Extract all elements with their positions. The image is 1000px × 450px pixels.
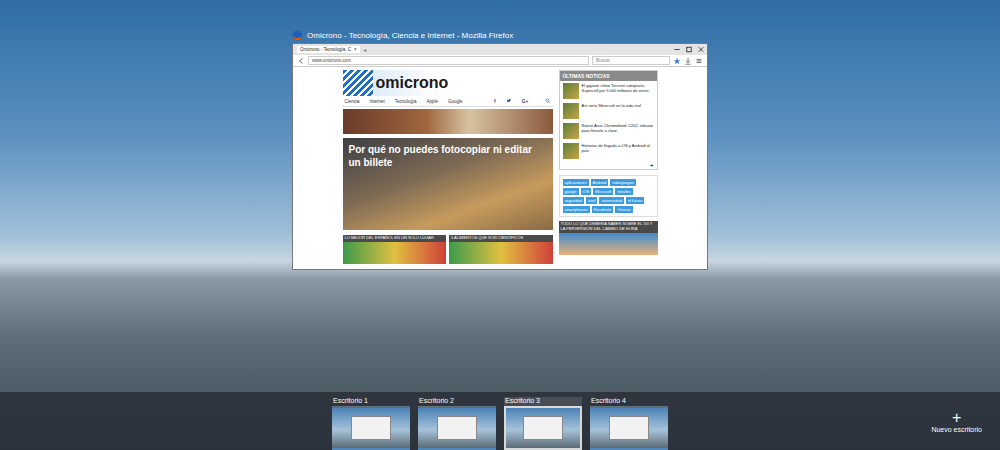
menu-item[interactable]: Internet: [370, 99, 385, 104]
tag[interactable]: google: [563, 188, 579, 195]
menu-item[interactable]: Apple: [427, 99, 439, 104]
virtual-desktops-bar: Escritorio 1 Escritorio 2 Escritorio 3 Escr…: [0, 392, 1000, 450]
ad-banner[interactable]: [343, 109, 553, 134]
firefox-icon: [292, 30, 303, 41]
tag[interactable]: videojuegos: [610, 179, 635, 186]
tag[interactable]: Facebook: [592, 206, 614, 213]
site-logo[interactable]: omicrono: [343, 70, 553, 96]
tag[interactable]: Microsoft: [593, 188, 613, 195]
tag[interactable]: aplicaciones: [563, 179, 589, 186]
site-menu: Ciencia Internet Tecnología Apple Google f G+: [343, 96, 553, 107]
twitter-icon[interactable]: [506, 98, 512, 104]
desktop-preview: [332, 406, 410, 450]
tag[interactable]: universidad: [599, 197, 623, 204]
desktop-thumbnail[interactable]: Escritorio 2: [418, 397, 496, 450]
maximize-icon[interactable]: [683, 45, 695, 54]
menu-item[interactable]: Ciencia: [345, 99, 360, 104]
new-desktop-button[interactable]: +Nuevo escritorio: [931, 410, 982, 433]
news-thumbnail: [563, 83, 579, 99]
tag[interactable]: seguridad: [563, 197, 585, 204]
desktop: Omicrono - Tecnología, Ciencia e Interne…: [0, 0, 1000, 450]
news-item[interactable]: Nuevo Asus Chromebook C202, robusto para…: [560, 121, 657, 141]
tab-close-button[interactable]: ×: [354, 47, 357, 52]
card-title: LO MEJOR DEL ESPAÑOL EN UN SOLO LUGAR: [343, 235, 447, 242]
close-icon[interactable]: [695, 45, 707, 54]
minimize-icon[interactable]: [671, 45, 683, 54]
tag[interactable]: el futuro: [626, 197, 644, 204]
new-desktop-label: Nuevo escritorio: [931, 426, 982, 433]
menu-icon[interactable]: [695, 57, 703, 65]
desktop-label: Escritorio 3: [504, 397, 582, 404]
plus-icon: +: [952, 410, 961, 426]
social-link[interactable]: f: [494, 98, 496, 104]
window-title: Omicrono - Tecnología, Ciencia e Interne…: [307, 31, 513, 40]
tag[interactable]: intel: [586, 197, 597, 204]
article-headline[interactable]: Por qué no puedes fotocopiar ni editar u…: [343, 138, 553, 175]
social-link[interactable]: G+: [522, 98, 529, 104]
web-page: omicrono Ciencia Internet Tecnología Apple Go…: [293, 67, 707, 269]
desktop-thumbnail[interactable]: Escritorio 1: [332, 397, 410, 450]
sidebar: ÚLTIMAS NOTICIASEl gigante chino Tencent…: [559, 70, 658, 269]
window-title-bar[interactable]: Omicrono - Tecnología, Ciencia e Interne…: [292, 29, 708, 42]
browser-tab[interactable]: Omicrono - Tecnología, C×: [297, 46, 360, 53]
news-thumbnail: [563, 123, 579, 139]
news-item[interactable]: Así sería Minecraft en la vida real: [560, 101, 657, 121]
latest-news: ÚLTIMAS NOTICIASEl gigante chino Tencent…: [559, 70, 658, 170]
tag[interactable]: smartphones: [563, 206, 590, 213]
desktop-thumbnail[interactable]: Escritorio 4: [590, 397, 668, 450]
desktop-label: Escritorio 1: [332, 397, 410, 404]
article-card[interactable]: LO MEJOR DEL ESPAÑOL EN UN SOLO LUGAR: [343, 235, 447, 264]
desktop-preview: [418, 406, 496, 450]
news-item[interactable]: Historias de llegada a iOS y Android al …: [560, 141, 657, 161]
tab-bar: Omicrono - Tecnología, C×+: [293, 44, 707, 55]
news-thumbnail: [563, 143, 579, 159]
logo-text: omicrono: [373, 74, 449, 92]
desktop-preview: [590, 406, 668, 450]
desktop-thumbnail[interactable]: Escritorio 3: [504, 397, 582, 450]
card-title: TODO LO QUE DEBERÍA SABER SOBRE EL 5G Y …: [559, 221, 658, 233]
tag[interactable]: móviles: [615, 188, 633, 195]
tag-cloud: aplicacionesAndroidvideojuegos googleiOSM…: [559, 175, 658, 217]
browser-window[interactable]: Omicrono - Tecnología, C×+www.omicrono.c…: [292, 43, 708, 270]
tag[interactable]: Ciencia: [615, 206, 632, 213]
desktop-label: Escritorio 2: [418, 397, 496, 404]
more-news-button[interactable]: ➜: [560, 161, 657, 169]
logo-stripes-icon: [343, 70, 373, 96]
search-icon[interactable]: [545, 98, 551, 104]
card-image: [449, 242, 553, 264]
new-tab-button[interactable]: +: [360, 47, 372, 53]
desktop-label: Escritorio 4: [590, 397, 668, 404]
tab-label: Omicrono - Tecnología, C: [300, 47, 351, 52]
card-image: [559, 233, 658, 255]
card-title: 5 ALIMENTOS QUE SON CIENTÍFICOS: [449, 235, 553, 242]
back-icon[interactable]: [297, 57, 305, 65]
menu-item[interactable]: Google: [448, 99, 463, 104]
featured-article[interactable]: Por qué no puedes fotocopiar ni editar u…: [343, 138, 553, 230]
tag[interactable]: Android: [591, 179, 609, 186]
card-image: [343, 242, 447, 264]
article-card[interactable]: 5 ALIMENTOS QUE SON CIENTÍFICOS: [449, 235, 553, 264]
address-bar[interactable]: www.omicrono.com: [308, 56, 589, 65]
tag[interactable]: iOS: [581, 188, 592, 195]
main-column: omicrono Ciencia Internet Tecnología Apple Go…: [343, 70, 553, 269]
news-thumbnail: [563, 103, 579, 119]
download-icon[interactable]: [684, 57, 692, 65]
window-preview[interactable]: Omicrono - Tecnología, Ciencia e Interne…: [292, 29, 708, 270]
desktop-preview: [504, 406, 582, 450]
bookmark-star-icon[interactable]: [673, 57, 681, 65]
news-header: ÚLTIMAS NOTICIAS: [560, 71, 657, 81]
navigation-bar: www.omicrono.comBuscar: [293, 55, 707, 67]
news-item[interactable]: El gigante chino Tencent compraría Super…: [560, 81, 657, 101]
search-field[interactable]: Buscar: [592, 56, 670, 65]
article-card[interactable]: TODO LO QUE DEBERÍA SABER SOBRE EL 5G Y …: [559, 221, 658, 255]
menu-item[interactable]: Tecnología: [395, 99, 417, 104]
